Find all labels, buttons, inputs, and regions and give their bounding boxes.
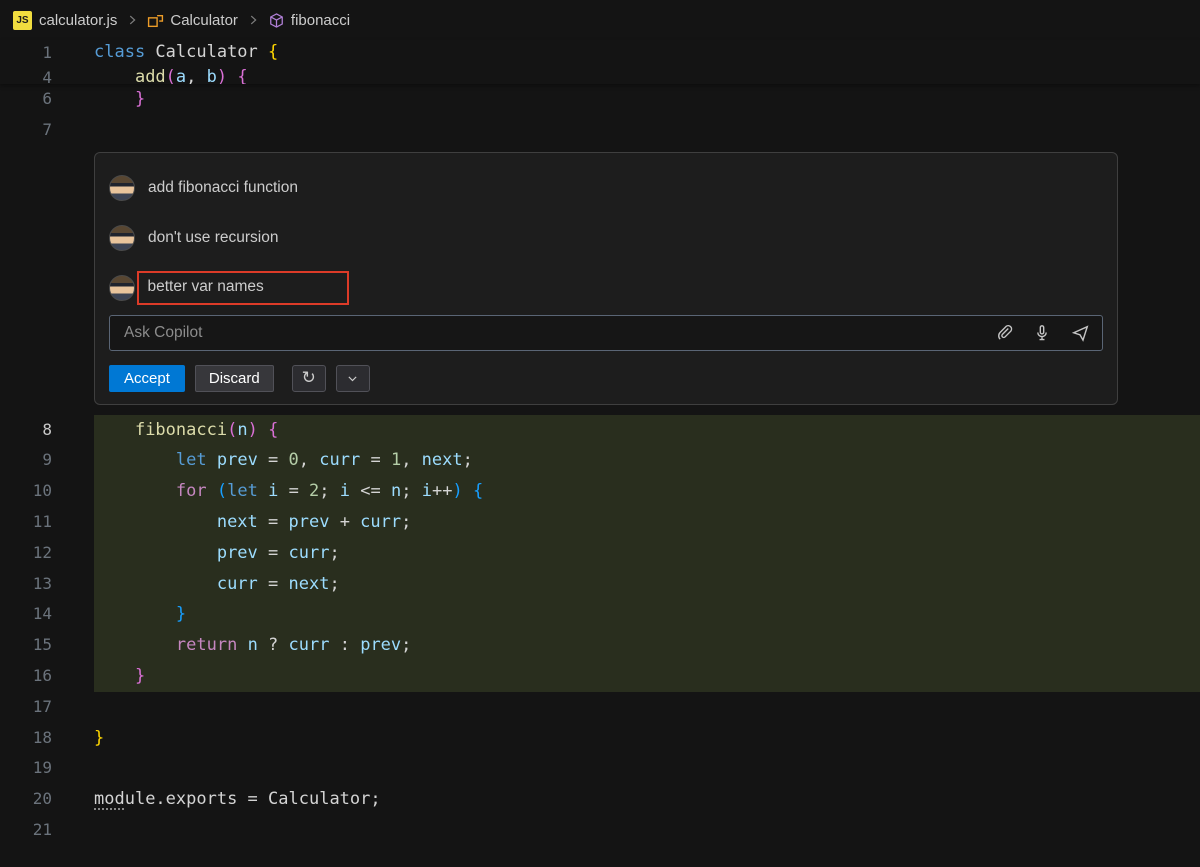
chevron-down-icon[interactable] <box>336 365 370 392</box>
discard-button[interactable]: Discard <box>195 365 274 392</box>
line-number: 18 <box>0 723 94 754</box>
breadcrumb-file[interactable]: calculator.js <box>39 12 117 29</box>
code-line[interactable]: 18} <box>0 723 1200 754</box>
class-symbol-icon <box>147 12 164 29</box>
line-number: 9 <box>0 445 94 476</box>
code-line[interactable]: 13 curr = next; <box>0 569 1200 600</box>
sticky-scroll: 1class Calculator {4 add(a, b) { <box>0 40 1200 84</box>
line-number: 14 <box>0 599 94 630</box>
chat-message-text: add fibonacci function <box>148 179 298 197</box>
line-number: 11 <box>0 507 94 538</box>
regenerate-icon[interactable]: ↻ <box>292 365 326 392</box>
breadcrumb-class-label: Calculator <box>170 12 238 29</box>
user-avatar <box>109 175 135 201</box>
code-line[interactable]: 6 } <box>0 84 1200 115</box>
code-line[interactable]: 12 prev = curr; <box>0 538 1200 569</box>
breadcrumb-class[interactable]: Calculator <box>147 12 238 29</box>
breadcrumb: JS calculator.js Calculator fibonacci <box>0 0 1200 40</box>
line-number: 6 <box>0 84 94 115</box>
line-number: 17 <box>0 692 94 723</box>
code-line[interactable]: 21 <box>0 815 1200 846</box>
inline-chat-actions: Accept Discard ↻ <box>109 365 1103 392</box>
code-line[interactable]: 16 } <box>0 661 1200 692</box>
line-number: 7 <box>0 115 94 146</box>
line-number: 13 <box>0 569 94 600</box>
code-line[interactable]: 1class Calculator { <box>0 40 1200 65</box>
accept-button[interactable]: Accept <box>109 365 185 392</box>
code-line[interactable]: 20module.exports = Calculator; <box>0 784 1200 815</box>
chat-message: don't use recursion <box>109 213 1103 263</box>
user-avatar <box>109 225 135 251</box>
line-number: 4 <box>0 65 94 84</box>
copilot-input-container <box>109 315 1103 351</box>
code-line[interactable]: 15 return n ? curr : prev; <box>0 630 1200 661</box>
code-line[interactable]: 14 } <box>0 599 1200 630</box>
chat-message: add fibonacci function <box>109 163 1103 213</box>
line-number: 19 <box>0 753 94 784</box>
code-line[interactable]: 19 <box>0 753 1200 784</box>
line-number: 21 <box>0 815 94 846</box>
code-line[interactable]: 9 let prev = 0, curr = 1, next; <box>0 445 1200 476</box>
line-number: 1 <box>0 40 94 65</box>
code-lines-before: 6 }7 <box>0 84 1200 146</box>
method-symbol-icon <box>268 12 285 29</box>
breadcrumb-method-label: fibonacci <box>291 12 350 29</box>
breadcrumb-method[interactable]: fibonacci <box>268 12 350 29</box>
javascript-file-icon: JS <box>13 11 32 30</box>
chat-message-text: better var names <box>148 278 264 295</box>
breadcrumb-file-label: calculator.js <box>39 12 117 29</box>
copilot-input[interactable] <box>122 323 995 343</box>
line-number: 12 <box>0 538 94 569</box>
inline-chat-widget: add fibonacci function don't use recursi… <box>94 152 1118 405</box>
chat-message: better var names <box>109 263 1103 313</box>
line-number: 15 <box>0 630 94 661</box>
code-line[interactable]: 17 <box>0 692 1200 723</box>
line-number: 20 <box>0 784 94 815</box>
line-number: 10 <box>0 476 94 507</box>
attach-icon[interactable] <box>995 324 1013 342</box>
line-number: 16 <box>0 661 94 692</box>
vscode-editor-window: { "breadcrumb": { "file": "calculator.js… <box>0 0 1200 867</box>
code-line[interactable]: 10 for (let i = 2; i <= n; i++) { <box>0 476 1200 507</box>
user-avatar <box>109 275 135 301</box>
chevron-right-icon <box>246 13 260 27</box>
code-line[interactable]: 8 fibonacci(n) { <box>0 415 1200 446</box>
send-icon[interactable] <box>1071 323 1090 342</box>
code-line[interactable]: 4 add(a, b) { <box>0 65 1200 84</box>
code-lines-after: 8 fibonacci(n) {9 let prev = 0, curr = 1… <box>0 415 1200 846</box>
chevron-right-icon <box>125 13 139 27</box>
line-number: 8 <box>0 415 94 446</box>
chat-message-text: don't use recursion <box>148 229 278 247</box>
code-line[interactable]: 7 <box>0 115 1200 146</box>
code-line[interactable]: 11 next = prev + curr; <box>0 507 1200 538</box>
annotation-box: better var names <box>137 271 349 305</box>
microphone-icon[interactable] <box>1033 324 1051 342</box>
